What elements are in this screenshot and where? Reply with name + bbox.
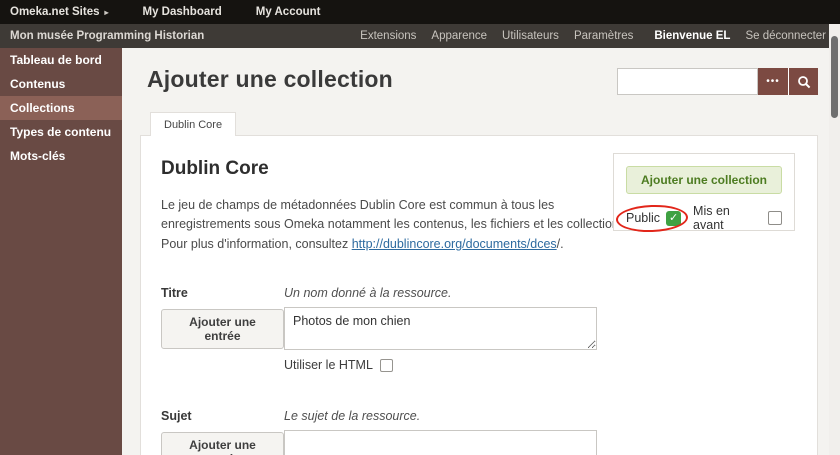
- add-collection-submit-button[interactable]: Ajouter une collection: [626, 166, 782, 194]
- admin-topbar: Omeka.net Sites ▸ My Dashboard My Accoun…: [0, 0, 840, 24]
- admin-nav: Extensions Apparence Utilisateurs Paramè…: [360, 30, 826, 42]
- nav-apparence[interactable]: Apparence: [431, 30, 487, 42]
- my-account-link[interactable]: My Account: [256, 6, 321, 18]
- public-checkbox[interactable]: ✓: [666, 210, 682, 226]
- sidebar-item-collections[interactable]: Collections: [0, 96, 122, 120]
- field-titre-add-entry-button[interactable]: Ajouter une entrée: [161, 309, 284, 350]
- nav-extensions[interactable]: Extensions: [360, 30, 416, 42]
- site-title[interactable]: Mon musée Programming Historian: [10, 30, 204, 42]
- dublincore-link[interactable]: http://dublincore.org/documents/dces: [352, 237, 557, 251]
- sidebar-item-contenus[interactable]: Contenus: [0, 72, 122, 96]
- field-sujet-add-entry-button[interactable]: Ajouter une entrée: [161, 432, 284, 455]
- metadata-fields: Titre Ajouter une entrée Un nom donné à …: [161, 286, 797, 455]
- field-sujet-label: Sujet: [161, 409, 192, 424]
- search-icon: [797, 75, 810, 88]
- nav-parametres[interactable]: Paramètres: [574, 30, 633, 42]
- scrollbar-thumb[interactable]: [831, 36, 838, 118]
- tab-dublin-core[interactable]: Dublin Core: [150, 112, 237, 136]
- public-label: Public: [626, 211, 661, 225]
- sidebar-item-mots-cles[interactable]: Mots-clés: [0, 144, 122, 168]
- search-bar: •••: [617, 68, 818, 95]
- logout-link[interactable]: Se déconnecter: [745, 30, 826, 42]
- check-icon: ✓: [668, 211, 679, 224]
- panel-description: Le jeu de champs de métadonnées Dublin C…: [161, 196, 639, 254]
- dublin-core-panel: Dublin Core Le jeu de champs de métadonn…: [140, 135, 818, 455]
- use-html-label: Utiliser le HTML: [284, 358, 373, 373]
- site-navbar: Mon musée Programming Historian Extensio…: [0, 24, 840, 48]
- search-button[interactable]: [788, 68, 818, 95]
- field-sujet: Sujet Ajouter une entrée Le sujet de la …: [161, 409, 797, 455]
- page-title: Ajouter une collection: [147, 66, 393, 92]
- field-titre-hint: Un nom donné à la ressource.: [284, 286, 452, 301]
- field-titre: Titre Ajouter une entrée Un nom donné à …: [161, 286, 797, 372]
- my-dashboard-link[interactable]: My Dashboard: [143, 6, 222, 18]
- save-box: Ajouter une collection Public ✓ Mis en a…: [613, 153, 795, 233]
- omeka-sites-menu[interactable]: Omeka.net Sites ▸: [10, 6, 109, 18]
- nav-utilisateurs[interactable]: Utilisateurs: [502, 30, 559, 42]
- sidebar-item-types-de-contenu[interactable]: Types de contenu: [0, 120, 122, 144]
- advanced-search-button[interactable]: •••: [758, 68, 788, 95]
- scrollbar-track[interactable]: [829, 24, 840, 455]
- field-titre-html-checkbox[interactable]: [379, 358, 393, 372]
- public-option: Public ✓: [615, 203, 689, 233]
- chevron-right-icon: ▸: [104, 7, 109, 17]
- ellipsis-icon: •••: [766, 75, 780, 87]
- featured-label: Mis en avant: [693, 204, 730, 232]
- field-titre-html-row: Utiliser le HTML: [284, 358, 599, 372]
- visibility-options: Public ✓ Mis en avant: [615, 203, 782, 233]
- featured-checkbox[interactable]: [768, 211, 782, 225]
- welcome-user-label: Bienvenue EL: [654, 30, 731, 42]
- field-sujet-textarea[interactable]: [284, 430, 597, 455]
- sidebar-item-tableau-de-bord[interactable]: Tableau de bord: [0, 48, 122, 72]
- field-sujet-hint: Le sujet de la ressource.: [284, 409, 421, 424]
- sidebar: Tableau de bord Contenus Collections Typ…: [0, 48, 122, 455]
- search-input[interactable]: [617, 68, 758, 95]
- description-tail: /.: [556, 236, 564, 251]
- field-titre-textarea[interactable]: Photos de mon chien: [284, 307, 597, 351]
- omeka-sites-label: Omeka.net Sites: [10, 6, 100, 18]
- field-titre-label: Titre: [161, 286, 188, 301]
- featured-option: Mis en avant: [693, 204, 782, 232]
